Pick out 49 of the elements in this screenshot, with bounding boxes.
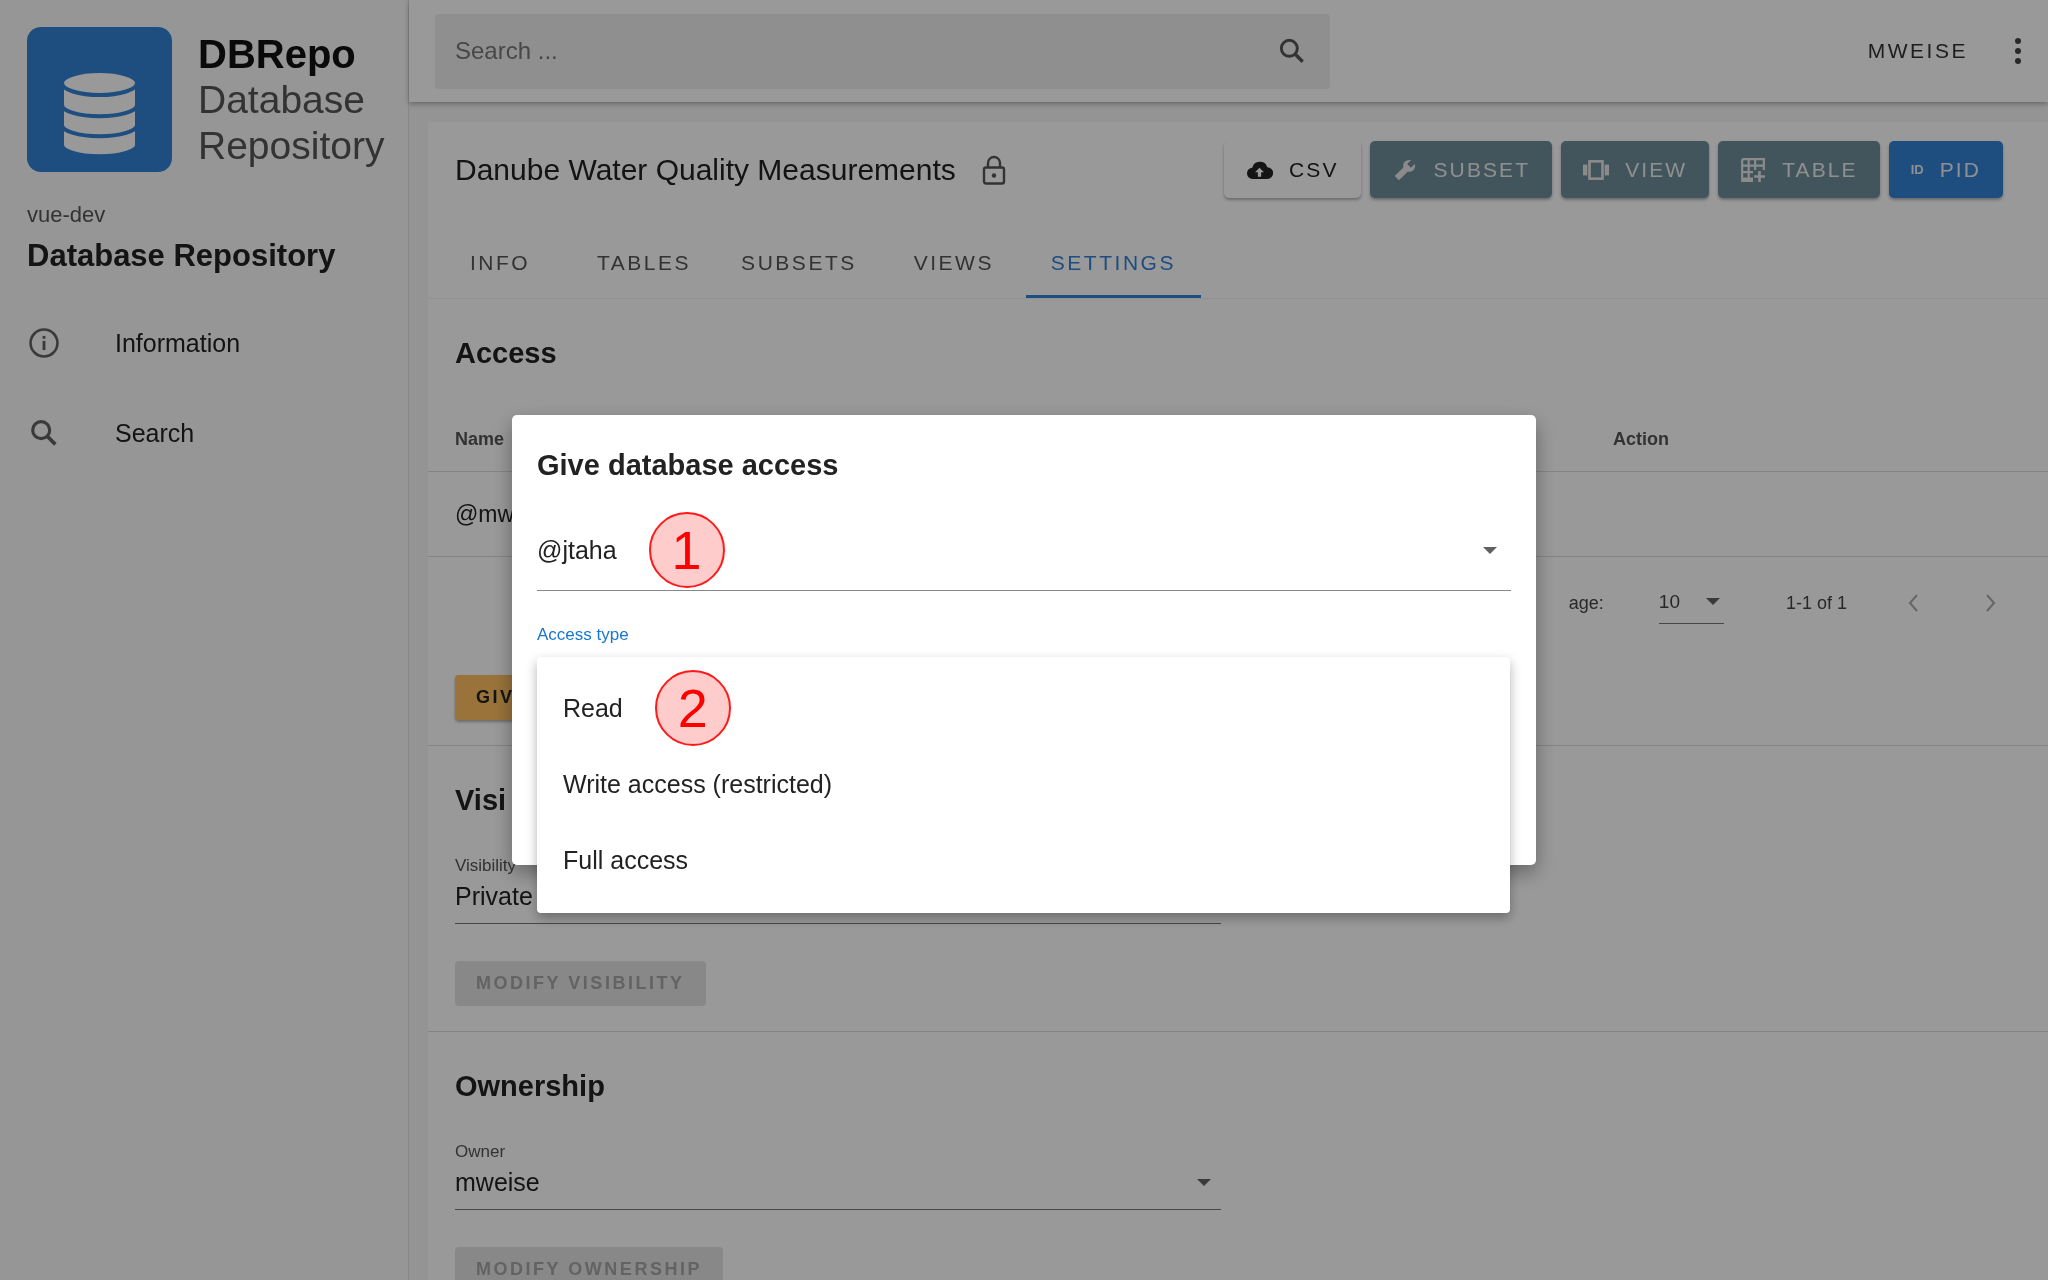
annotation-marker: 2: [654, 670, 731, 746]
column-header: Name: [455, 428, 506, 450]
sidebar-heading: Database Repository: [27, 238, 337, 274]
caret-icon: [1705, 598, 1720, 605]
tab[interactable]: VIEWS: [881, 230, 1026, 298]
database-logo-icon: [27, 27, 172, 172]
brand-name: DBRepo: [198, 31, 357, 77]
user-menu-button[interactable]: MWEISE: [1861, 38, 1974, 64]
column-header: Action: [1613, 428, 1670, 450]
dialog-title: Give database access: [537, 449, 840, 482]
tab[interactable]: INFO: [428, 230, 572, 298]
instance-label: vue-dev: [27, 202, 107, 228]
search-field[interactable]: Search ...: [435, 13, 1330, 89]
field-label: Access type: [537, 625, 630, 645]
menu-item[interactable]: Read 2: [537, 670, 1510, 746]
section-heading: Ownership: [455, 1069, 605, 1103]
chevron-left-icon[interactable]: [1907, 593, 1919, 613]
database-title: Danube Water Quality Measurements: [455, 152, 956, 187]
info-icon: [27, 326, 61, 360]
user-select-field[interactable]: @jtaha 1: [537, 510, 1511, 591]
sidebar-item[interactable]: Search: [27, 388, 408, 478]
brand-subtitle: Database: [198, 77, 366, 123]
caret-icon: [1483, 546, 1497, 554]
action-button[interactable]: VIEW: [1561, 141, 1710, 198]
rows-per-page-select[interactable]: 10: [1658, 582, 1724, 624]
section-heading: Access: [455, 336, 557, 370]
menu-item[interactable]: Write access (restricted): [537, 746, 1510, 822]
caret-icon: [1197, 1179, 1211, 1186]
sidebar-item[interactable]: Information: [27, 298, 408, 388]
action-button[interactable]: SUBSET: [1369, 141, 1553, 198]
table-add-icon: [1740, 156, 1767, 183]
action-button[interactable]: CSV: [1224, 141, 1361, 198]
action-button[interactable]: ID PID: [1888, 141, 2003, 198]
table-cell: @mw: [455, 500, 515, 528]
select-field[interactable]: Owner mweise: [455, 1142, 1221, 1210]
brand-subtitle: Repository: [198, 123, 385, 169]
menu-icon[interactable]: [2014, 37, 2022, 65]
page-range: 1-1 of 1: [1785, 592, 1847, 614]
tab[interactable]: TABLES: [572, 230, 717, 298]
cloud-upload-icon: [1246, 159, 1274, 180]
annotation-marker: 1: [648, 512, 725, 588]
rows-per-page-label: age:: [1568, 592, 1604, 614]
tab[interactable]: SETTINGS: [1025, 230, 1201, 298]
section-heading: Visi: [455, 783, 507, 817]
carousel-icon: [1583, 159, 1610, 180]
tab[interactable]: SUBSETS: [716, 230, 882, 298]
chevron-right-icon[interactable]: [1985, 593, 1997, 613]
action-button[interactable]: TABLE: [1718, 141, 1880, 198]
menu-item[interactable]: Full access: [537, 822, 1510, 898]
